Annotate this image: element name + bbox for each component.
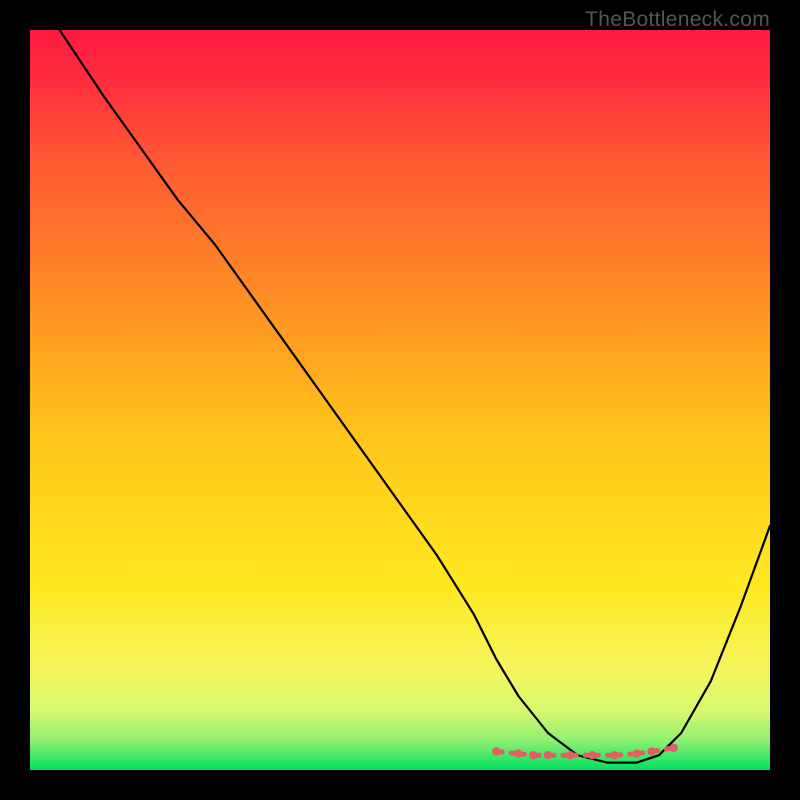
optimal-marker [670,744,678,752]
chart-container: TheBottleneck.com [0,0,800,800]
plot-area [30,30,770,770]
watermark-text: TheBottleneck.com [585,8,770,32]
chart-svg [30,30,770,770]
gradient-background [30,30,770,770]
